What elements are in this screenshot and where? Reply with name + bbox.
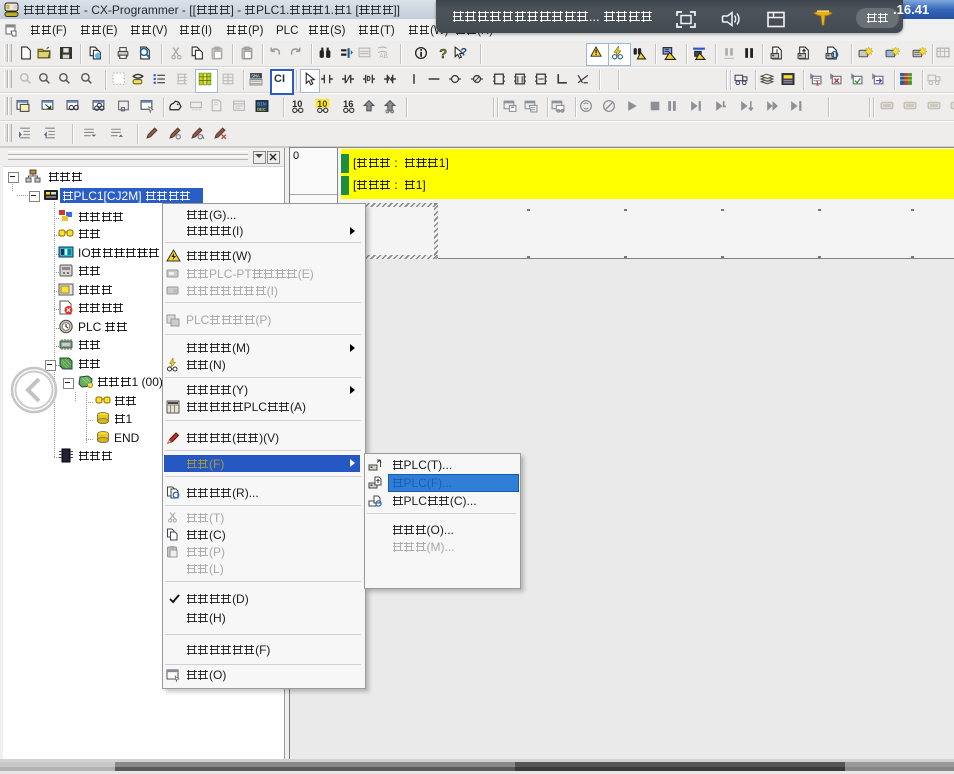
- svg-text:?: ?: [461, 47, 468, 59]
- svg-text:?: ?: [439, 46, 447, 61]
- svg-text:BIN: BIN: [257, 101, 266, 107]
- svg-text:1: 1: [816, 80, 820, 87]
- svg-text:DEC: DEC: [257, 107, 266, 113]
- svg-text:10: 10: [292, 99, 302, 109]
- svg-text:AB: AB: [379, 53, 388, 60]
- svg-text:16: 16: [343, 99, 353, 109]
- svg-text:10: 10: [317, 99, 327, 109]
- svg-text:SMA: SMA: [251, 74, 260, 80]
